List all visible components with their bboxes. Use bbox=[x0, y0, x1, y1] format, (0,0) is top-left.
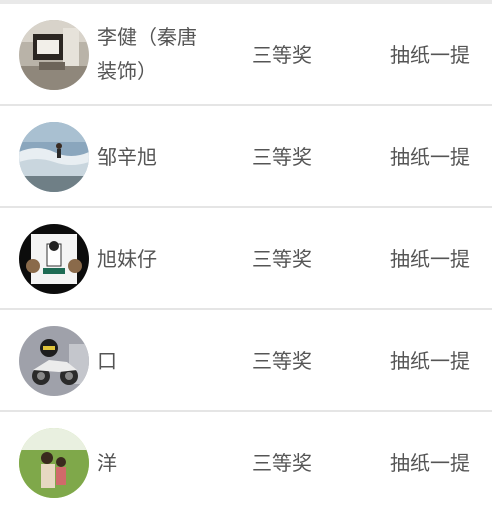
prize-item: 抽纸一提 bbox=[390, 349, 470, 373]
winner-name: 口 bbox=[97, 349, 117, 373]
prize-level: 三等奖 bbox=[252, 43, 312, 67]
prize-level: 三等奖 bbox=[252, 145, 312, 169]
motorcycle-avatar-icon bbox=[19, 326, 89, 396]
prize-item: 抽纸一提 bbox=[390, 43, 470, 67]
prize-item: 抽纸一提 bbox=[390, 451, 470, 475]
prize-level: 三等奖 bbox=[252, 451, 312, 475]
winner-row[interactable]: 旭妹仔 三等奖 抽纸一提 bbox=[0, 208, 492, 310]
winner-row[interactable]: 口 三等奖 抽纸一提 bbox=[0, 310, 492, 412]
winner-name: 李健（秦唐装饰） bbox=[97, 25, 197, 83]
prize-item: 抽纸一提 bbox=[390, 247, 470, 271]
winner-list: 李健（秦唐装饰） 三等奖 抽纸一提 邹辛旭 三等奖 抽纸一提 旭妹仔 三等奖 抽… bbox=[0, 0, 492, 514]
prize-level: 三等奖 bbox=[252, 349, 312, 373]
winner-name: 旭妹仔 bbox=[97, 247, 157, 271]
prize-item: 抽纸一提 bbox=[390, 145, 470, 169]
beach-wave-avatar-icon bbox=[19, 122, 89, 192]
winner-name: 邹辛旭 bbox=[97, 145, 157, 169]
outdoor-people-avatar-icon bbox=[19, 428, 89, 498]
winner-row[interactable]: 李健（秦唐装饰） 三等奖 抽纸一提 bbox=[0, 4, 492, 106]
winner-row[interactable]: 洋 三等奖 抽纸一提 bbox=[0, 412, 492, 514]
prize-level: 三等奖 bbox=[252, 247, 312, 271]
cartoon-figures-avatar-icon bbox=[19, 224, 89, 294]
room-photo-avatar-icon bbox=[19, 20, 89, 90]
winner-name: 洋 bbox=[97, 451, 117, 475]
winner-row[interactable]: 邹辛旭 三等奖 抽纸一提 bbox=[0, 106, 492, 208]
